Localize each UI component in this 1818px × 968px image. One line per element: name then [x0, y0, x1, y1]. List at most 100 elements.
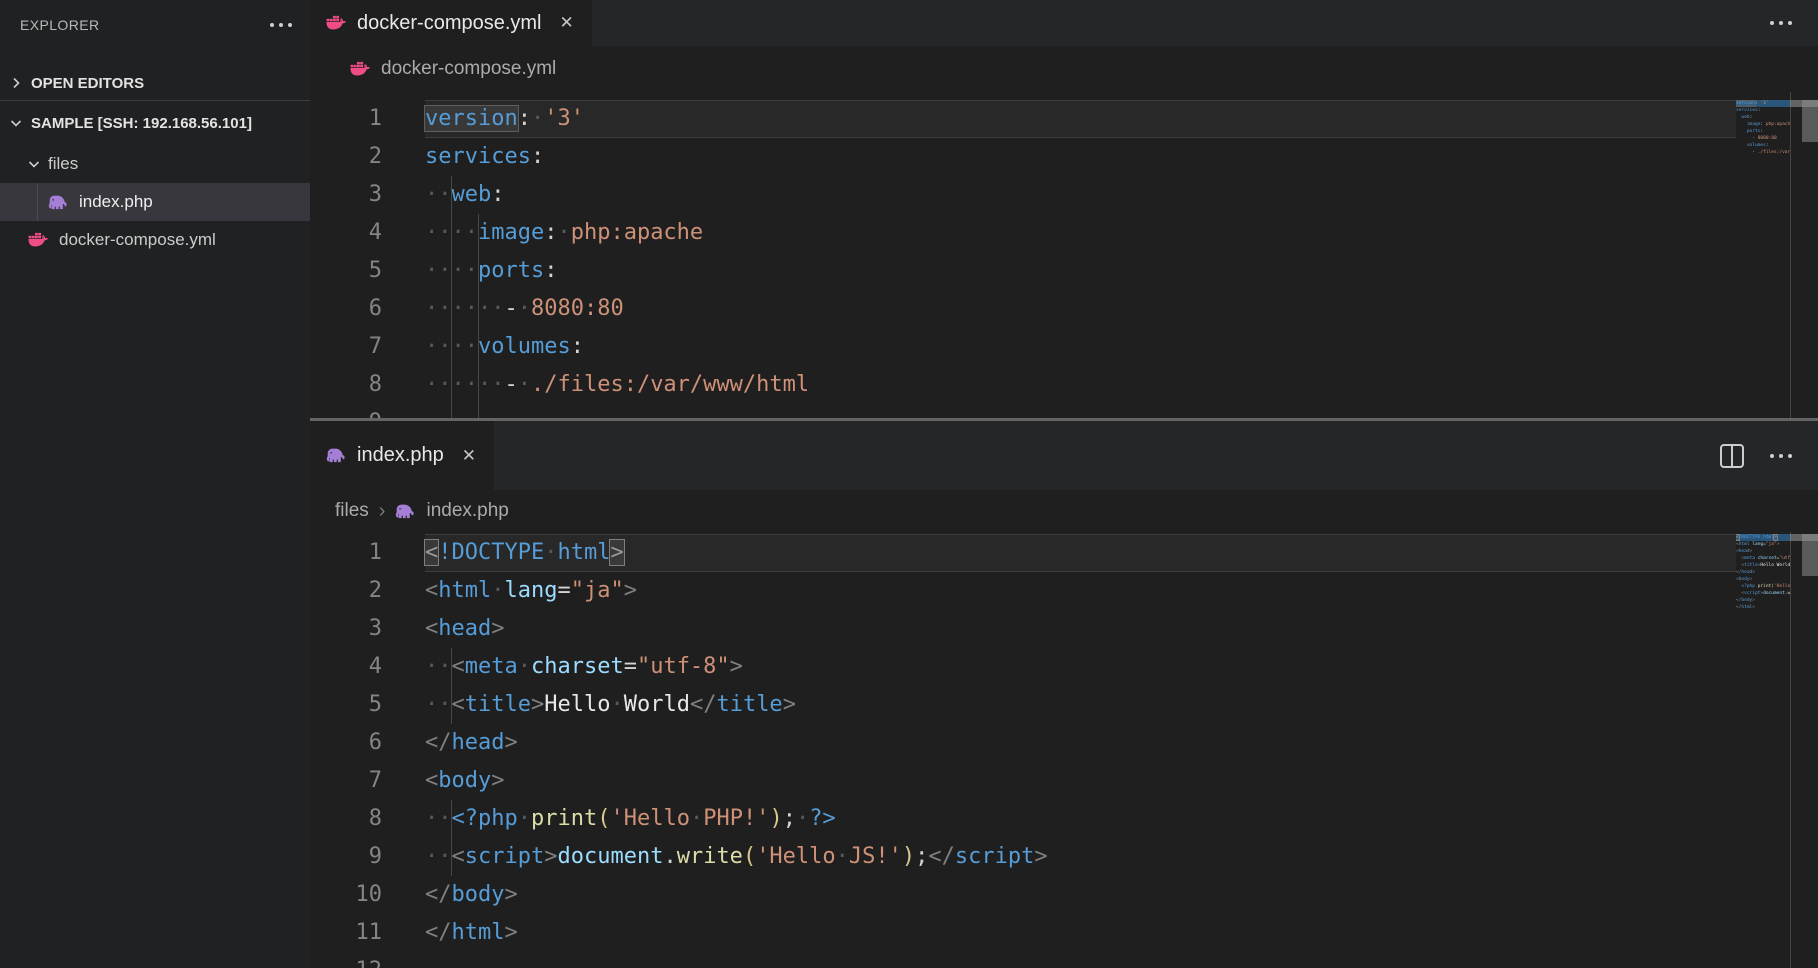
tab-label: docker-compose.yml — [357, 12, 542, 35]
breadcrumb-item[interactable]: docker-compose.yml — [381, 58, 556, 80]
code-line[interactable]: 5··<title>Hello·World</title> — [310, 686, 1736, 724]
scrollbar-thumb[interactable] — [1802, 100, 1818, 142]
scrollbar-thumb[interactable] — [1802, 534, 1818, 576]
code-line[interactable]: 1<!DOCTYPE·html> — [310, 534, 1736, 572]
line-number[interactable]: 9 — [310, 404, 382, 418]
line-number[interactable]: 1 — [310, 100, 382, 138]
indent-guide — [478, 214, 479, 418]
minimap-line: </body> — [1736, 597, 1790, 604]
line-number[interactable]: 4 — [310, 648, 382, 686]
line-number[interactable]: 9 — [310, 838, 382, 876]
line-number[interactable]: 10 — [310, 876, 382, 914]
code-lines: 1<!DOCTYPE·html>2<html·lang="ja">3<head>… — [310, 534, 1736, 968]
line-number[interactable]: 11 — [310, 914, 382, 952]
line-number[interactable]: 3 — [310, 610, 382, 648]
minimap[interactable]: <!DOCTYPE·html><html·lang="ja"><head>··<… — [1736, 534, 1790, 618]
minimap-line: ······-·./files:/var/www/html — [1736, 149, 1790, 156]
tab-bar-bottom: index.php ✕ — [310, 421, 1818, 490]
line-number[interactable]: 1 — [310, 534, 382, 572]
tree-folder-files[interactable]: files — [0, 145, 310, 183]
minimap-line — [1736, 156, 1790, 163]
line-number[interactable]: 8 — [310, 366, 382, 404]
line-number[interactable]: 4 — [310, 214, 382, 252]
line-number[interactable]: 6 — [310, 724, 382, 762]
code-line[interactable]: 1version:·'3' — [310, 100, 1736, 138]
scrollbar-track[interactable] — [1790, 92, 1818, 418]
line-number[interactable]: 5 — [310, 686, 382, 724]
close-icon[interactable]: ✕ — [560, 13, 574, 33]
code-line[interactable]: 11</html> — [310, 914, 1736, 952]
line-number[interactable]: 12 — [310, 952, 382, 968]
code-line[interactable]: 8··<?php·print('Hello·PHP!');·?> — [310, 800, 1736, 838]
code-line[interactable]: 3<head> — [310, 610, 1736, 648]
chevron-down-icon — [8, 115, 24, 131]
line-number[interactable]: 6 — [310, 290, 382, 328]
explorer-more-actions-icon[interactable] — [270, 23, 292, 27]
explorer-sidebar: EXPLORER OPEN EDITORS SAMPLE [SSH: 192.1… — [0, 0, 310, 968]
indent-guide — [451, 648, 452, 724]
chevron-right-icon — [8, 75, 24, 91]
split-editor-icon[interactable] — [1720, 444, 1744, 468]
code-line[interactable]: 9··<script>document.write('Hello·JS!');<… — [310, 838, 1736, 876]
minimap-line: </html> — [1736, 604, 1790, 611]
editor-actions-top — [1770, 0, 1818, 46]
more-actions-icon[interactable] — [1770, 21, 1792, 25]
chevron-right-icon: › — [379, 500, 386, 523]
file-name: index.php — [79, 192, 153, 212]
breadcrumb-item[interactable]: files — [335, 500, 369, 522]
line-number[interactable]: 7 — [310, 328, 382, 366]
minimap-line: ··<title>Hello·World</title> — [1736, 562, 1790, 569]
minimap-line: ······-·8080:80 — [1736, 135, 1790, 142]
tree-indent-guide — [37, 183, 38, 221]
tab-bar-top: docker-compose.yml ✕ — [310, 0, 1818, 46]
minimap-line: services: — [1736, 107, 1790, 114]
minimap-line: ····volumes: — [1736, 142, 1790, 149]
minimap-line: version:·'3' — [1736, 100, 1790, 107]
code-line[interactable]: 2<html·lang="ja"> — [310, 572, 1736, 610]
code-line[interactable]: 7<body> — [310, 762, 1736, 800]
code-editor-index-php[interactable]: 1<!DOCTYPE·html>2<html·lang="ja">3<head>… — [310, 532, 1818, 968]
more-actions-icon[interactable] — [1770, 454, 1792, 458]
code-line[interactable]: 3··web: — [310, 176, 1736, 214]
code-line[interactable]: 2services: — [310, 138, 1736, 176]
docker-whale-icon — [28, 232, 49, 249]
code-line[interactable]: 10</body> — [310, 876, 1736, 914]
tab-label: index.php — [357, 444, 444, 467]
scrollbar-track[interactable] — [1790, 532, 1818, 968]
chevron-down-icon — [26, 156, 42, 172]
minimap-line: ··<?php·print('Hello·PHP!');·?> — [1736, 583, 1790, 590]
workspace-section-header[interactable]: SAMPLE [SSH: 192.168.56.101] — [0, 101, 310, 145]
code-line[interactable]: 4··<meta·charset="utf-8"> — [310, 648, 1736, 686]
code-line[interactable]: 12 — [310, 952, 1736, 968]
editor-group-top: docker-compose.yml ✕ docker-compose.yml … — [310, 0, 1818, 418]
breadcrumb: docker-compose.yml — [310, 46, 1818, 92]
docker-whale-icon — [350, 61, 371, 78]
line-number[interactable]: 2 — [310, 138, 382, 176]
line-number[interactable]: 5 — [310, 252, 382, 290]
line-number[interactable]: 8 — [310, 800, 382, 838]
tree-file-docker-compose[interactable]: docker-compose.yml — [0, 221, 310, 259]
breadcrumb-item[interactable]: index.php — [426, 500, 508, 522]
code-editor-docker-compose[interactable]: 1version:·'3'2services:3··web:4····image… — [310, 92, 1818, 418]
explorer-header: EXPLORER — [0, 0, 310, 50]
line-number[interactable]: 2 — [310, 572, 382, 610]
code-line[interactable]: 7····volumes: — [310, 328, 1736, 366]
minimap[interactable]: version:·'3'services:··web:····image:·ph… — [1736, 100, 1790, 163]
open-editors-section-header[interactable]: OPEN EDITORS — [0, 66, 310, 100]
php-elephant-icon — [48, 194, 69, 211]
tree-file-index-php[interactable]: index.php — [0, 183, 310, 221]
line-number[interactable]: 3 — [310, 176, 382, 214]
close-icon[interactable]: ✕ — [462, 446, 476, 466]
docker-whale-icon — [326, 15, 347, 32]
code-line[interactable]: 8······-·./files:/var/www/html — [310, 366, 1736, 404]
tab-index-php[interactable]: index.php ✕ — [310, 421, 494, 490]
code-line[interactable]: 5····ports: — [310, 252, 1736, 290]
code-line[interactable]: 4····image:·php:apache — [310, 214, 1736, 252]
tab-docker-compose[interactable]: docker-compose.yml ✕ — [310, 0, 592, 46]
minimap-line: <body> — [1736, 576, 1790, 583]
code-line[interactable]: 6······-·8080:80 — [310, 290, 1736, 328]
line-number[interactable]: 7 — [310, 762, 382, 800]
php-elephant-icon — [326, 447, 347, 464]
code-line[interactable]: 6</head> — [310, 724, 1736, 762]
code-line[interactable]: 9 — [310, 404, 1736, 418]
